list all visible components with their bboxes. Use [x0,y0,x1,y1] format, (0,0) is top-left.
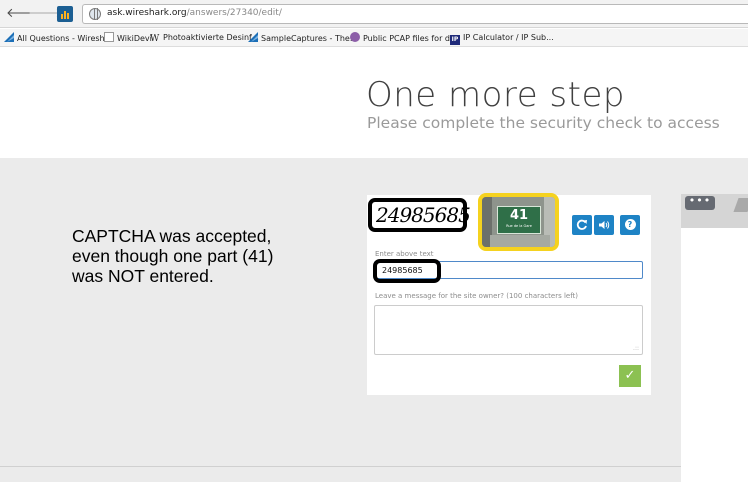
page-subtitle: Please complete the security check to ac… [367,114,720,132]
bookmark-label: Public PCAP files for d... [363,34,458,43]
wireshark-fin-icon [4,32,14,42]
captcha-photo-image: 41 Rue de la Gare [478,193,559,251]
resize-grip-icon[interactable]: .:: [633,345,639,352]
bookmark-wikidevi[interactable]: WikiDevi [104,32,152,44]
audio-icon [599,221,610,229]
annotation-line: CAPTCHA was accepted, [72,226,272,246]
captcha-word-text: 24985685 [376,203,471,227]
page-title: One more step [366,75,625,115]
bookmark-label: SampleCaptures - The... [261,34,358,43]
answer-highlight-box [373,259,441,283]
bookmark-label: Photoaktivierte Desinf... [163,33,259,42]
wireshark-fin-icon [248,32,258,42]
url-host: ask.wireshark.org [107,8,187,18]
bookmark-ip-calculator[interactable]: IP IP Calculator / IP Sub... [450,32,554,45]
illustration-tab [733,198,748,212]
browser-toolbar: 🡐 🡒 ask.wireshark.org/answers/27340/edit… [0,0,748,28]
captcha-photo-number: 41 [509,208,529,223]
bookmark-all-questions[interactable]: All Questions - Wiresh... [4,32,112,44]
ip-badge-icon: IP [450,35,460,45]
reload-button[interactable] [572,215,592,235]
illustration-toolbar: ••• [681,194,748,228]
address-bar[interactable]: ask.wireshark.org/answers/27340/edit/ [82,4,748,24]
window-dots-icon: ••• [685,195,715,210]
captcha-word-image: 24985685 [368,198,471,232]
audio-button[interactable] [594,215,614,235]
reload-icon [576,219,587,230]
message-textarea[interactable]: .:: [374,305,643,355]
captcha-input-label: Enter above text [375,250,434,258]
bookmark-label: All Questions - Wiresh... [17,34,113,43]
annotation-line: was NOT entered. [72,266,214,286]
help-icon: ? [624,219,636,230]
captcha-widget: 24985685 41 Rue de la Gare ? Enter above… [367,193,651,395]
checkmark-icon: ✓ [624,368,636,383]
page-header: One more step Please complete the securi… [0,48,748,158]
bookmarks-bar: All Questions - Wiresh... WikiDevi W Phot… [0,29,748,47]
help-button[interactable]: ? [620,215,640,235]
ask-wireshark-favicon [57,6,73,22]
url-text: ask.wireshark.org/answers/27340/edit/ [107,8,282,18]
captcha-photo-subtext: Rue de la Gare [506,224,532,228]
bookmark-public-pcap[interactable]: Public PCAP files for d... [350,32,458,44]
bookmark-samplecaptures[interactable]: SampleCaptures - The... [248,32,357,44]
screenshot-annotation: CAPTCHA was accepted, even though one pa… [72,226,352,286]
globe-icon [89,8,101,20]
house-number-sign: 41 Rue de la Gare [497,206,541,234]
bookmark-photoaktivierte[interactable]: W Photoaktivierte Desinf... [150,32,259,44]
wikipedia-w-icon: W [150,34,160,44]
bookmark-label: IP Calculator / IP Sub... [463,33,554,42]
page-icon [104,32,114,42]
url-path: /answers/27340/edit/ [186,8,282,18]
globe-icon [350,32,360,42]
browser-illustration: ••• [681,194,748,482]
annotation-line: even though one part (41) [72,246,274,266]
submit-button[interactable]: ✓ [619,365,641,387]
bookmark-label: WikiDevi [117,34,152,43]
divider [0,466,681,467]
message-label: Leave a message for the site owner? (100… [375,292,579,300]
